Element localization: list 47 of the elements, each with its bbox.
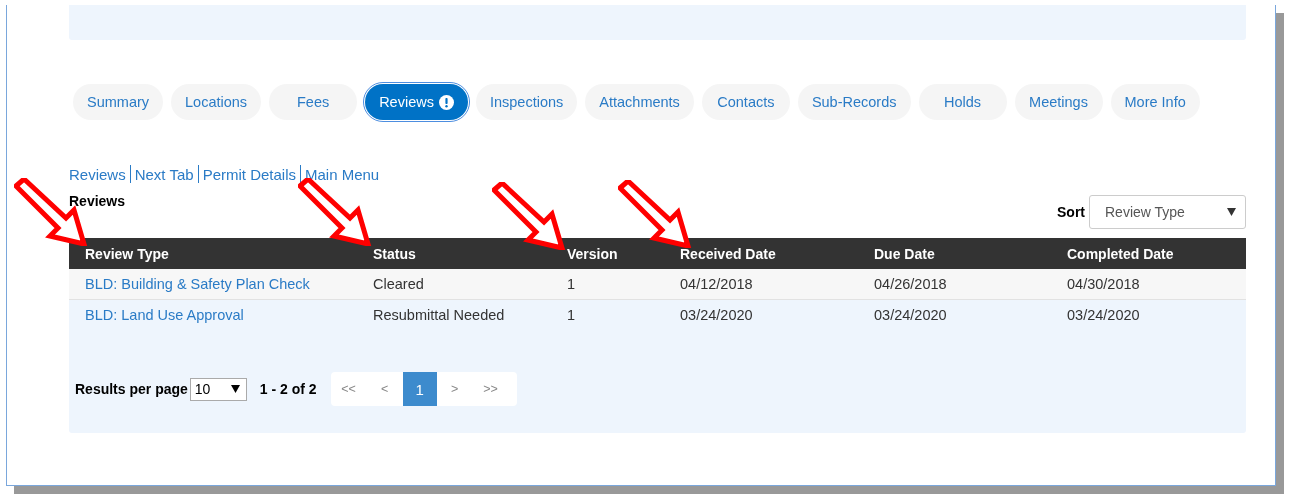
page-button[interactable]: > bbox=[436, 372, 473, 406]
caret-icon bbox=[1227, 208, 1236, 216]
table-cell-text: Resubmittal Needed bbox=[372, 307, 506, 323]
table-cell-text: 1 bbox=[566, 276, 577, 292]
table-cell-text: 03/24/2020 bbox=[873, 307, 948, 323]
table-cell-text: 04/26/2018 bbox=[873, 276, 948, 292]
nav-link[interactable]: Main Menu bbox=[301, 165, 384, 183]
column-header: Due Date bbox=[873, 245, 936, 262]
table-cell-text: 04/30/2018 bbox=[1066, 276, 1141, 292]
review-link[interactable]: BLD: Land Use Approval bbox=[69, 307, 357, 323]
tab[interactable]: Sub-Records bbox=[797, 84, 911, 120]
table-cell-text: Cleared bbox=[372, 276, 425, 292]
per-page-dropdown[interactable]: 10 bbox=[189, 377, 247, 401]
column-header: Received Date bbox=[679, 245, 777, 262]
section-title: Reviews bbox=[69, 193, 126, 211]
tab[interactable]: Inspections bbox=[475, 84, 578, 120]
results-label: Results per page bbox=[75, 381, 188, 397]
column-header: Version bbox=[566, 245, 619, 262]
nav-link[interactable]: Next Tab bbox=[130, 165, 198, 183]
table-cell-text: 03/24/2020 bbox=[679, 307, 754, 323]
results-range: 1 - 2 of 2 bbox=[259, 381, 317, 397]
alert-icon bbox=[438, 94, 454, 110]
nav-link[interactable]: Reviews bbox=[69, 165, 130, 183]
sort-dropdown[interactable]: Review Type bbox=[1089, 195, 1246, 229]
tab[interactable]: Meetings bbox=[1014, 84, 1103, 120]
tab[interactable]: Summary bbox=[73, 84, 164, 120]
table-cell-text: 04/12/2018 bbox=[679, 276, 754, 292]
page-button[interactable]: << bbox=[330, 372, 367, 406]
page-button[interactable]: >> bbox=[472, 372, 509, 406]
tab[interactable]: Contacts bbox=[701, 84, 790, 120]
sort-label: Sort bbox=[1057, 204, 1085, 220]
table-cell-text: 03/24/2020 bbox=[1066, 307, 1141, 323]
table-cell-text: 1 bbox=[566, 307, 577, 323]
tab[interactable]: Attachments bbox=[585, 84, 694, 120]
tab[interactable]: Reviews bbox=[365, 84, 468, 120]
tab[interactable]: Locations bbox=[171, 84, 262, 120]
column-header: Status bbox=[372, 245, 417, 262]
column-header: Completed Date bbox=[1066, 245, 1175, 262]
review-link[interactable]: BLD: Building & Safety Plan Check bbox=[69, 276, 357, 292]
tab[interactable]: Holds bbox=[918, 84, 1007, 120]
tab[interactable]: More Info bbox=[1110, 84, 1200, 120]
tab[interactable]: Fees bbox=[269, 84, 358, 120]
page-button[interactable]: 1 bbox=[402, 372, 437, 406]
page-button[interactable]: < bbox=[366, 372, 403, 406]
nav-link[interactable]: Permit Details bbox=[198, 165, 300, 183]
column-header: Review Type bbox=[84, 245, 170, 262]
caret-icon bbox=[230, 385, 240, 393]
